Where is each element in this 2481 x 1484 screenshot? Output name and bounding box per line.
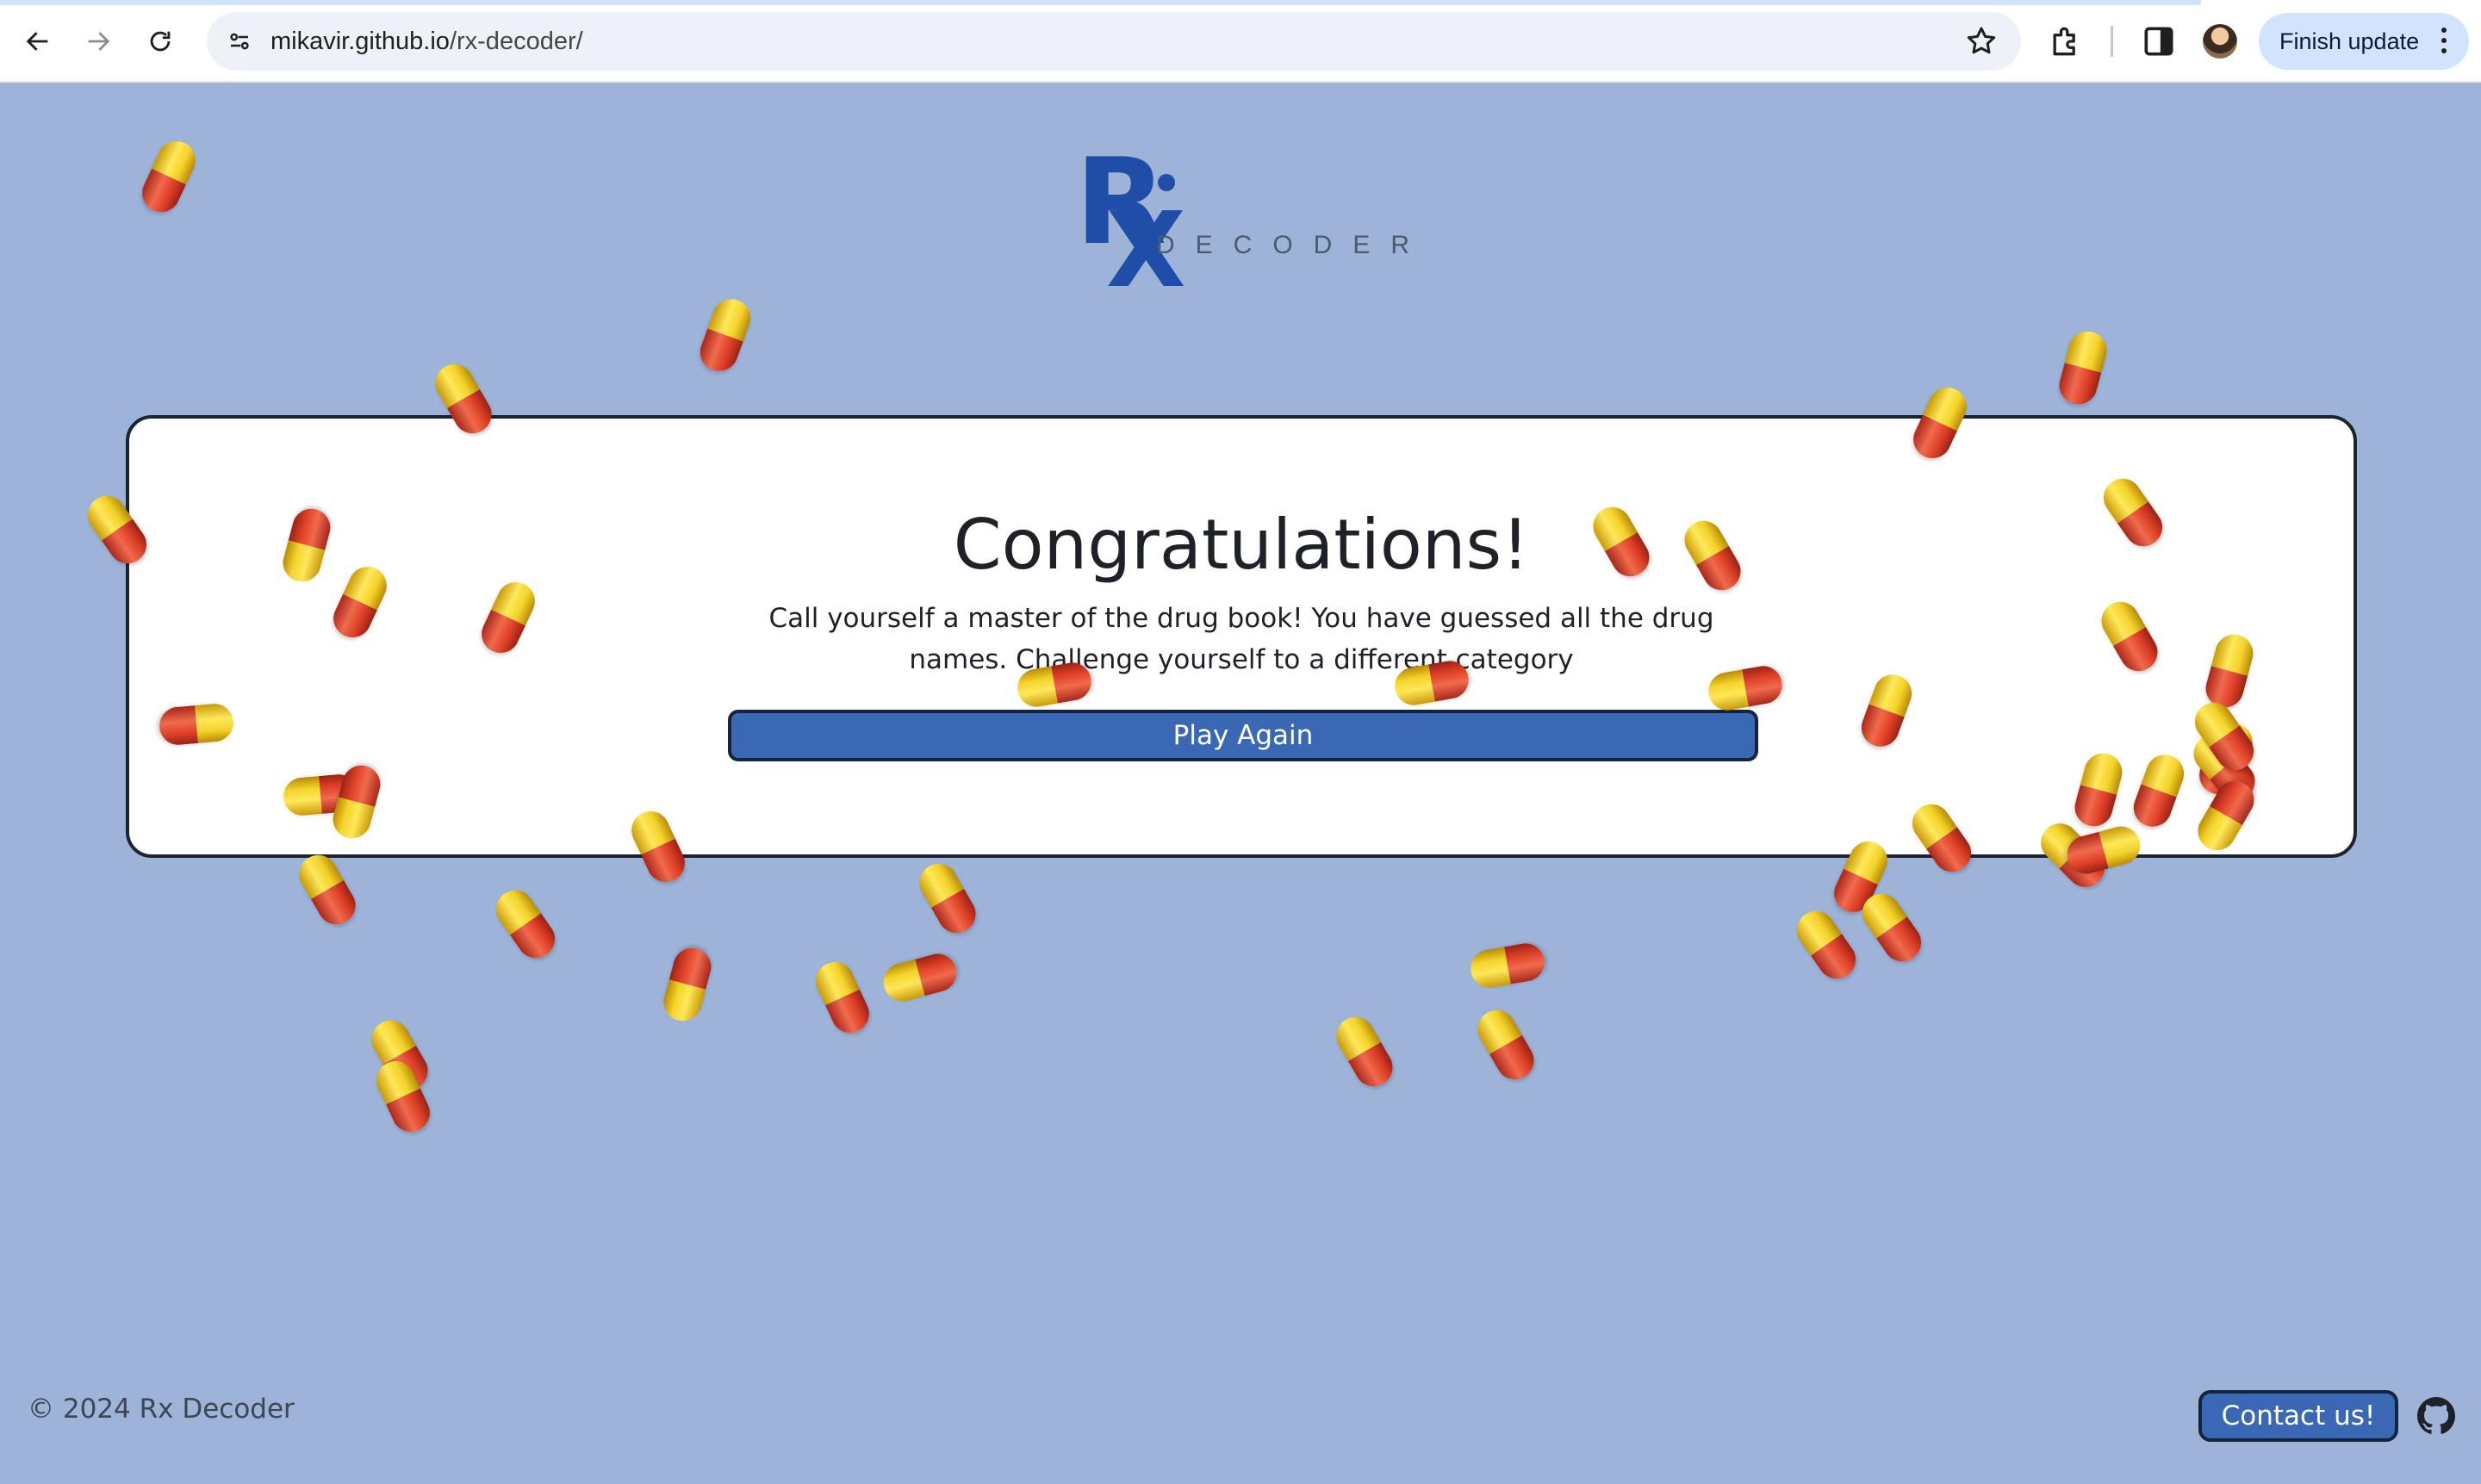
bookmark-star-icon[interactable] [1964,24,1999,59]
pill-capsule [810,956,875,1040]
pill-capsule [292,848,362,931]
more-menu-icon[interactable] [2441,28,2447,55]
card-message-line-2: names. Challenge yourself to a different… [909,644,1574,675]
play-again-button[interactable]: Play Again [728,710,1758,761]
pill-capsule [1789,903,1862,986]
update-progress-line [0,0,2201,5]
pill-capsule [660,944,716,1025]
pill-capsule [136,135,202,219]
forward-arrow-icon[interactable] [76,19,121,64]
card-message: Call yourself a master of the drug book!… [129,598,2354,680]
pill-capsule [2055,327,2111,408]
logo-mark-dot [1158,174,1175,191]
toolbar-divider [2111,26,2113,57]
site-info-icon[interactable] [219,21,260,62]
side-panel-icon[interactable] [2140,22,2178,60]
card-message-line-1: Call yourself a master of the drug book!… [768,603,1714,634]
finish-update-label: Finish update [2279,28,2420,54]
url-text: mikavir.github.io/rx-decoder/ [270,12,583,71]
logo-wordmark: DECODER [1156,231,1431,259]
profile-avatar[interactable] [2203,24,2237,59]
pill-capsule [370,1055,436,1139]
rx-decoder-logo: R X DECODER [1075,143,1409,303]
contact-us-button[interactable]: Contact us! [2198,1390,2398,1442]
card-title: Congratulations! [953,505,1530,585]
congratulations-card: Congratulations! Call yourself a master … [126,415,2357,858]
copyright-text: © 2024 Rx Decoder [28,1394,295,1425]
pill-capsule [1329,1010,1399,1093]
pill-capsule [1855,886,1928,969]
pill-capsule [1468,941,1547,990]
url-host: mikavir.github.io [270,28,450,55]
address-bar[interactable]: mikavir.github.io/rx-decoder/ [207,12,2021,71]
pill-capsule [488,883,562,966]
pill-capsule [364,1014,434,1096]
browser-toolbar: mikavir.github.io/rx-decoder/ Finish upd… [0,0,2481,83]
pill-capsule [912,857,982,940]
github-icon[interactable] [2417,1397,2455,1435]
back-arrow-icon[interactable] [16,19,60,64]
finish-update-button[interactable]: Finish update [2259,13,2469,70]
extensions-icon[interactable] [2047,22,2085,60]
url-path: /rx-decoder/ [449,28,583,55]
pill-capsule [880,950,961,1006]
pill-capsule [695,294,756,376]
pill-capsule [1471,1003,1540,1086]
reload-icon[interactable] [138,19,183,64]
